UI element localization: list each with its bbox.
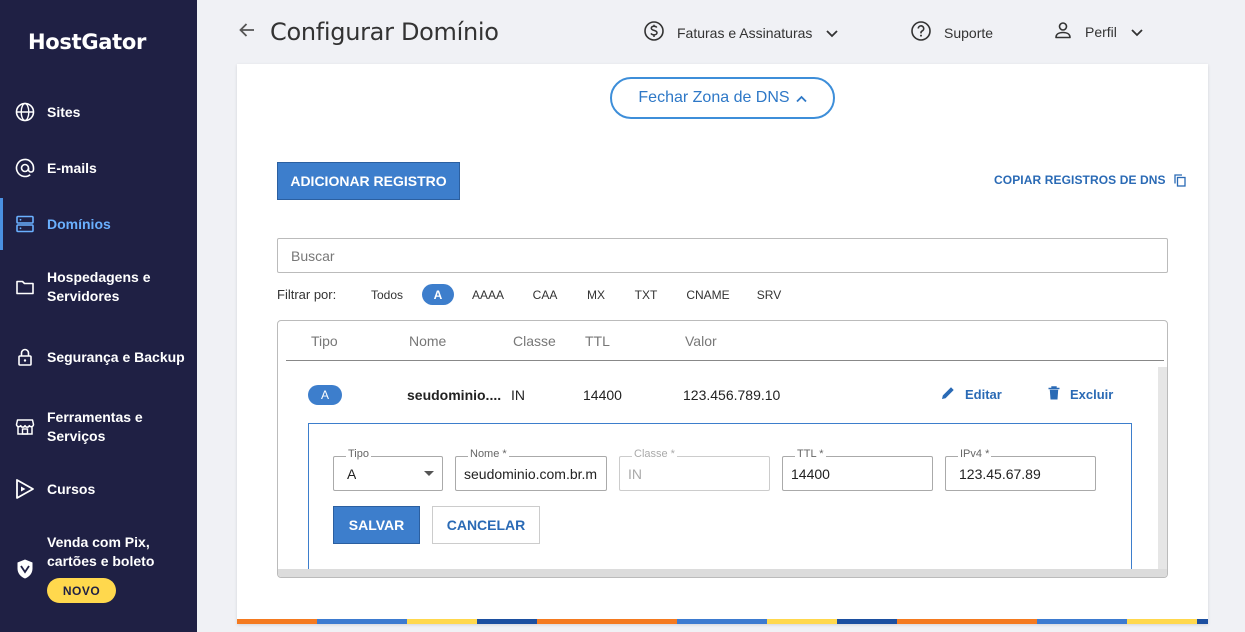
filter-chip-a[interactable]: A xyxy=(422,284,454,305)
sidebar: HostGator Sites E-mails Domínios Hospeda… xyxy=(0,0,197,632)
support-link[interactable]: Suporte xyxy=(910,20,993,45)
profile-menu[interactable]: Perfil xyxy=(1053,20,1143,43)
sidebar-item-venda-pix[interactable]: Venda com Pix, cartões e boleto xyxy=(0,533,197,579)
record-value: 123.456.789.10 xyxy=(683,387,781,403)
chevron-up-icon xyxy=(795,91,807,106)
edit-record-button[interactable]: Editar xyxy=(941,386,1002,403)
dns-records-table: Tipo Nome Classe TTL Valor A seudominio.… xyxy=(277,320,1168,578)
vertical-scrollbar[interactable] xyxy=(1158,367,1167,577)
record-type-badge: A xyxy=(308,385,342,405)
header: Configurar Domínio Faturas e Assinaturas… xyxy=(197,0,1245,64)
support-label: Suporte xyxy=(944,24,994,41)
filter-chip-mx[interactable]: MX xyxy=(582,284,610,305)
hostgator-logo[interactable]: HostGator xyxy=(28,30,146,54)
page-title: Configurar Domínio xyxy=(270,18,499,46)
profile-label: Perfil xyxy=(1085,23,1117,40)
user-icon xyxy=(1053,20,1073,43)
class-field-label: Classe * xyxy=(632,448,677,460)
sidebar-item-label: Segurança e Backup xyxy=(47,348,185,365)
ttl-field-label: TTL * xyxy=(795,448,826,460)
sidebar-item-cursos[interactable]: Cursos xyxy=(0,477,197,501)
edit-label: Editar xyxy=(965,387,1002,402)
dropdown-caret-icon xyxy=(424,471,434,476)
ipv4-field[interactable]: IPv4 * 123.45.67.89 xyxy=(945,448,1096,491)
header-divider xyxy=(286,360,1164,361)
edit-record-form: Tipo A Nome * seudominio.com.br.m Classe… xyxy=(308,423,1132,570)
record-ttl: 14400 xyxy=(583,387,622,403)
filter-chip-caa[interactable]: CAA xyxy=(529,284,561,305)
back-arrow-icon[interactable] xyxy=(237,20,257,46)
at-icon xyxy=(14,157,36,179)
sidebar-item-label: Ferramentas e Serviços xyxy=(47,409,143,444)
sidebar-item-label: Domínios xyxy=(47,215,111,232)
filter-chip-aaaa[interactable]: AAAA xyxy=(469,284,507,305)
record-class: IN xyxy=(511,387,525,403)
dollar-circle-icon xyxy=(643,20,665,45)
save-button[interactable]: SALVAR xyxy=(333,506,420,544)
class-field: Classe * IN xyxy=(619,448,770,491)
search-input[interactable] xyxy=(277,238,1168,273)
chevron-down-icon xyxy=(826,25,839,41)
billing-label: Faturas e Assinaturas xyxy=(677,24,813,41)
help-circle-icon xyxy=(910,20,932,45)
delete-label: Excluir xyxy=(1070,387,1114,402)
filter-label: Filtrar por: xyxy=(277,287,337,302)
type-field-label: Tipo xyxy=(346,448,371,460)
folder-icon xyxy=(14,276,36,298)
add-record-button[interactable]: ADICIONAR REGISTRO xyxy=(277,162,460,200)
sidebar-item-sites[interactable]: Sites xyxy=(0,100,197,124)
close-dns-zone-button[interactable]: Fechar Zona de DNS xyxy=(610,77,835,119)
sidebar-item-label: E-mails xyxy=(47,159,97,176)
copy-icon xyxy=(1174,173,1186,187)
cancel-button[interactable]: CANCELAR xyxy=(432,506,540,544)
sidebar-item-label: Cursos xyxy=(47,480,96,497)
filter-chip-txt[interactable]: TXT xyxy=(630,284,662,305)
name-field-value: seudominio.com.br.m xyxy=(464,466,598,482)
store-icon xyxy=(14,416,36,438)
chevron-down-icon xyxy=(1131,24,1143,40)
column-header-classe: Classe xyxy=(513,333,556,349)
sidebar-item-label: Hospedagens e Servidores xyxy=(47,269,151,304)
delete-record-button[interactable]: Excluir xyxy=(1048,386,1113,403)
billing-menu[interactable]: Faturas e Assinaturas xyxy=(643,20,839,45)
ttl-field-value: 14400 xyxy=(791,466,830,482)
globe-icon xyxy=(14,101,36,123)
filter-chip-cname[interactable]: CNAME xyxy=(683,284,733,305)
ttl-field[interactable]: TTL * 14400 xyxy=(782,448,933,491)
column-header-valor: Valor xyxy=(685,333,717,349)
filter-chip-todos[interactable]: Todos xyxy=(367,284,407,305)
sidebar-item-emails[interactable]: E-mails xyxy=(0,156,197,180)
sidebar-item-hospedagens[interactable]: Hospedagens e Servidores xyxy=(0,268,197,306)
sidebar-item-label: Venda com Pix, cartões e boleto xyxy=(47,534,155,569)
close-dns-zone-label: Fechar Zona de DNS xyxy=(638,89,790,106)
type-select[interactable]: Tipo A xyxy=(333,448,443,491)
column-header-tipo: Tipo xyxy=(311,333,338,349)
lock-icon xyxy=(14,346,36,368)
pencil-icon xyxy=(941,386,955,403)
sidebar-item-dominios[interactable]: Domínios xyxy=(0,198,197,250)
copy-dns-records-link[interactable]: COPIAR REGISTROS DE DNS xyxy=(994,173,1186,187)
ipv4-field-value: 123.45.67.89 xyxy=(959,466,1041,482)
play-icon xyxy=(14,478,36,500)
filter-chip-srv[interactable]: SRV xyxy=(755,284,783,305)
column-header-nome: Nome xyxy=(409,333,447,349)
trash-icon xyxy=(1048,386,1060,403)
name-field[interactable]: Nome * seudominio.com.br.m xyxy=(455,448,607,491)
sidebar-item-seguranca[interactable]: Segurança e Backup xyxy=(0,338,197,376)
decorative-stripe xyxy=(237,619,1208,624)
shield-icon xyxy=(14,558,36,580)
new-badge: NOVO xyxy=(47,578,116,603)
type-field-value: A xyxy=(347,466,357,482)
ipv4-field-label: IPv4 * xyxy=(958,448,992,460)
dns-zone-card: Fechar Zona de DNS ADICIONAR REGISTRO CO… xyxy=(237,64,1208,624)
name-field-label: Nome * xyxy=(468,448,509,460)
server-icon xyxy=(14,213,36,235)
copy-dns-records-label: COPIAR REGISTROS DE DNS xyxy=(994,173,1166,187)
class-field-value: IN xyxy=(628,466,642,482)
sidebar-item-label: Sites xyxy=(47,103,81,120)
record-name: seudominio.... xyxy=(407,387,502,403)
column-header-ttl: TTL xyxy=(585,333,610,349)
horizontal-scrollbar[interactable] xyxy=(278,569,1167,577)
sidebar-item-ferramentas[interactable]: Ferramentas e Serviços xyxy=(0,408,197,446)
